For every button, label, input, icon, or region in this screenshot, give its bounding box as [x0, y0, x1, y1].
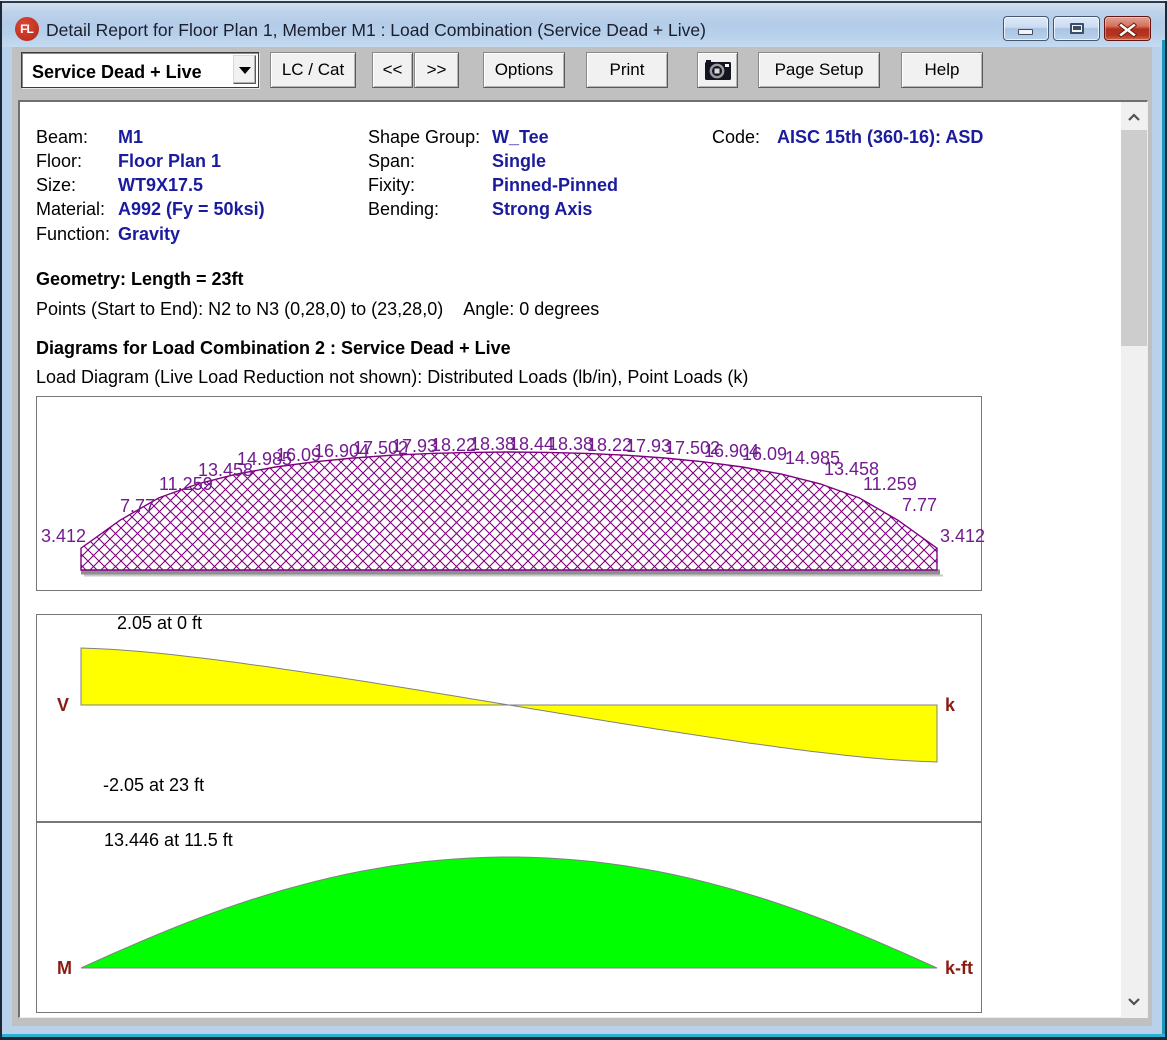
svg-text:Single: Single [492, 151, 546, 171]
svg-text:M: M [57, 958, 72, 978]
svg-text:M1: M1 [118, 127, 143, 147]
svg-text:-2.05 at 23 ft: -2.05 at 23 ft [103, 775, 204, 795]
svg-text:V: V [57, 695, 69, 715]
svg-text:Floor Plan 1: Floor Plan 1 [118, 151, 221, 171]
svg-text:W_Tee: W_Tee [492, 127, 549, 147]
svg-text:Span:: Span: [368, 151, 415, 171]
svg-text:Load Diagram (Live Load Reduct: Load Diagram (Live Load Reduction not sh… [36, 367, 748, 387]
svg-text:Fixity:: Fixity: [368, 175, 415, 195]
svg-text:Shape Group:: Shape Group: [368, 127, 480, 147]
svg-text:AISC 15th (360-16): ASD: AISC 15th (360-16): ASD [777, 127, 983, 147]
svg-text:Diagrams for Load Combination: Diagrams for Load Combination 2 : Servic… [36, 338, 511, 358]
svg-text:2.05 at 0 ft: 2.05 at 0 ft [117, 613, 202, 633]
svg-text:Geometry: Length = 23ft: Geometry: Length = 23ft [36, 269, 244, 289]
svg-text:Material:: Material: [36, 199, 105, 219]
svg-text:3.412: 3.412 [41, 526, 86, 546]
svg-text:k: k [945, 695, 956, 715]
svg-text:Size:: Size: [36, 175, 76, 195]
svg-text:A992 (Fy = 50ksi): A992 (Fy = 50ksi) [118, 199, 265, 219]
svg-text:Function:: Function: [36, 224, 110, 244]
svg-text:Points (Start to End): N2 to N: Points (Start to End): N2 to N3 (0,28,0)… [36, 299, 599, 319]
svg-text:11.259: 11.259 [863, 474, 917, 494]
svg-text:Gravity: Gravity [118, 224, 180, 244]
svg-text:16.09: 16.09 [742, 444, 787, 464]
svg-text:7.77: 7.77 [120, 496, 155, 516]
svg-text:3.412: 3.412 [940, 526, 985, 546]
svg-text:Floor:: Floor: [36, 151, 82, 171]
svg-text:Strong Axis: Strong Axis [492, 199, 592, 219]
svg-text:Code:: Code: [712, 127, 760, 147]
svg-text:Bending:: Bending: [368, 199, 439, 219]
svg-text:k-ft: k-ft [945, 958, 973, 978]
svg-text:7.77: 7.77 [902, 495, 937, 515]
svg-text:WT9X17.5: WT9X17.5 [118, 175, 203, 195]
svg-text:13.446 at 11.5 ft: 13.446 at 11.5 ft [104, 830, 233, 850]
svg-text:Pinned-Pinned: Pinned-Pinned [492, 175, 618, 195]
svg-text:Beam:: Beam: [36, 127, 88, 147]
